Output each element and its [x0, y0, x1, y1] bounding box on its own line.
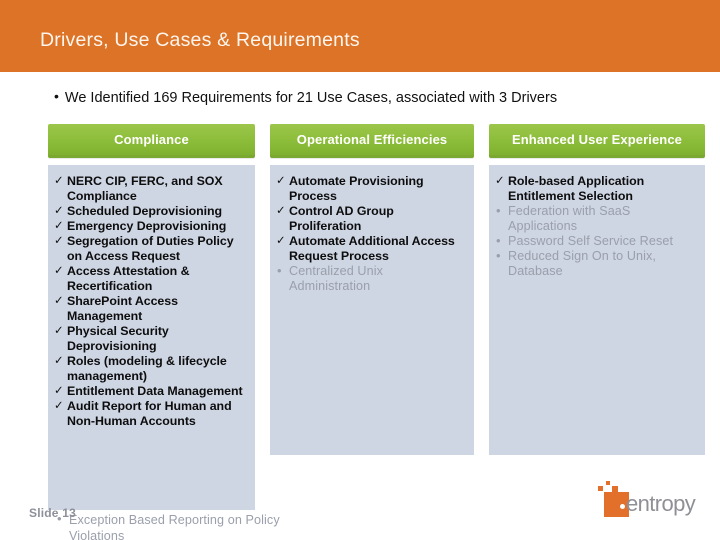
checkmark-icon: ✓	[276, 235, 286, 247]
list-item-label: Centralized Unix Administration	[289, 264, 383, 293]
list-item: ✓ Access Attestation & Recertification	[54, 264, 247, 294]
list-item: ✓ Roles (modeling & lifecycle management)	[54, 354, 247, 384]
bullet-icon: •	[277, 263, 282, 278]
checkmark-icon: ✓	[54, 220, 64, 232]
slide-subtitle: • We Identified 169 Requirements for 21 U…	[54, 88, 714, 106]
column-body-compliance: ✓ NERC CIP, FERC, and SOX Compliance ✓ Sche…	[48, 165, 255, 510]
list-item-label: Federation with SaaS Applications	[508, 204, 631, 233]
list-item-label: Automate Additional Access Request Proce…	[289, 234, 455, 263]
bullet-icon: •	[54, 88, 59, 104]
logo-wordmark: entropy	[626, 491, 696, 516]
list-item: ✓ Emergency Deprovisioning	[54, 219, 247, 234]
list-item: • Centralized Unix Administration	[276, 263, 466, 294]
column-body-operational-efficiencies: ✓ Automate Provisioning Process ✓ Control A…	[270, 165, 474, 455]
list-item-label: Segregation of Duties Policy on Access R…	[67, 234, 234, 263]
column-header-compliance: Compliance	[48, 124, 255, 158]
list-item: ✓ Scheduled Deprovisioning	[54, 204, 247, 219]
checkmark-icon: ✓	[54, 265, 64, 277]
list-item-label: Scheduled Deprovisioning	[67, 204, 223, 218]
list-item-label: Physical Security Deprovisioning	[67, 324, 169, 353]
list-item-label: Reduced Sign On to Unix, Database	[508, 249, 657, 278]
column-header-operational-efficiencies: Operational Efficiencies	[270, 124, 474, 158]
slide-title-bar: Drivers, Use Cases & Requirements	[0, 0, 720, 72]
list-item-label: NERC CIP, FERC, and SOX Compliance	[67, 174, 223, 203]
list-item: ✓ Role-based Application Entitlement Sele…	[495, 174, 697, 204]
logo-dot	[620, 504, 625, 509]
checkmark-icon: ✓	[54, 325, 64, 337]
list-item-label: Password Self Service Reset	[508, 234, 674, 248]
list-item-label: Audit Report for Human and Non-Human Acc…	[67, 399, 232, 428]
list-item-label: Role-based Application Entitlement Selec…	[508, 174, 645, 203]
list-item: ✓ Segregation of Duties Policy on Access …	[54, 234, 247, 264]
list-item-label: Automate Provisioning Process	[289, 174, 424, 203]
list-item: ✓ Automate Provisioning Process	[276, 174, 466, 204]
list-item: ✓ Automate Additional Access Request Proc…	[276, 234, 466, 264]
requirement-list-operational-efficiencies: ✓ Automate Provisioning Process ✓ Control A…	[276, 174, 466, 294]
bullet-icon: •	[496, 203, 501, 218]
checkmark-icon: ✓	[54, 385, 64, 397]
list-item-label: Roles (modeling & lifecycle management)	[67, 354, 227, 383]
list-item-label: Access Attestation & Recertification	[67, 264, 190, 293]
slide-number: Slide 13	[29, 506, 76, 520]
overflow-list-item: • Exception Based Reporting on Policy Vi…	[56, 511, 299, 540]
list-item: ✓ Control AD Group Proliferation	[276, 204, 466, 234]
list-item: ✓ SharePoint Access Management	[54, 294, 247, 324]
list-item: ✓ Audit Report for Human and Non-Human Ac…	[54, 399, 247, 429]
logo-square-small-b	[606, 481, 610, 485]
checkmark-icon: ✓	[54, 235, 64, 247]
list-item: • Password Self Service Reset	[495, 233, 697, 249]
list-item-label: SharePoint Access Management	[67, 294, 178, 323]
list-item: ✓ Entitlement Data Management	[54, 384, 247, 399]
requirement-list-compliance: ✓ NERC CIP, FERC, and SOX Compliance ✓ Sche…	[54, 174, 247, 429]
list-item: ✓ NERC CIP, FERC, and SOX Compliance	[54, 174, 247, 204]
checkmark-icon: ✓	[495, 175, 505, 187]
list-item: ✓ Physical Security Deprovisioning	[54, 324, 247, 354]
column-body-enhanced-user-experience: ✓ Role-based Application Entitlement Sele…	[489, 165, 705, 455]
checkmark-icon: ✓	[276, 175, 286, 187]
checkmark-icon: ✓	[54, 175, 64, 187]
identropy-logo: entropy	[596, 479, 706, 521]
list-item: • Federation with SaaS Applications	[495, 203, 697, 234]
checkmark-icon: ✓	[276, 205, 286, 217]
requirement-list-enhanced-user-experience: ✓ Role-based Application Entitlement Sele…	[495, 174, 697, 279]
overflow-list-item-label: Exception Based Reporting on Policy Viol…	[69, 513, 280, 540]
column-header-enhanced-user-experience: Enhanced User Experience	[489, 124, 705, 158]
checkmark-icon: ✓	[54, 205, 64, 217]
logo-square-small-a	[598, 486, 603, 491]
slide-subtitle-text: We Identified 169 Requirements for 21 Us…	[64, 90, 558, 106]
checkmark-icon: ✓	[54, 400, 64, 412]
bullet-icon: •	[496, 248, 501, 263]
checkmark-icon: ✓	[54, 295, 64, 307]
slide-canvas: Drivers, Use Cases & Requirements • We Id…	[0, 0, 720, 540]
checkmark-icon: ✓	[54, 355, 64, 367]
slide-title: Drivers, Use Cases & Requirements	[40, 29, 360, 51]
list-item-label: Emergency Deprovisioning	[67, 219, 227, 233]
bullet-icon: •	[496, 233, 501, 248]
list-item-label: Entitlement Data Management	[67, 384, 243, 398]
list-item: • Reduced Sign On to Unix, Database	[495, 248, 697, 279]
list-item-label: Control AD Group Proliferation	[289, 204, 394, 233]
